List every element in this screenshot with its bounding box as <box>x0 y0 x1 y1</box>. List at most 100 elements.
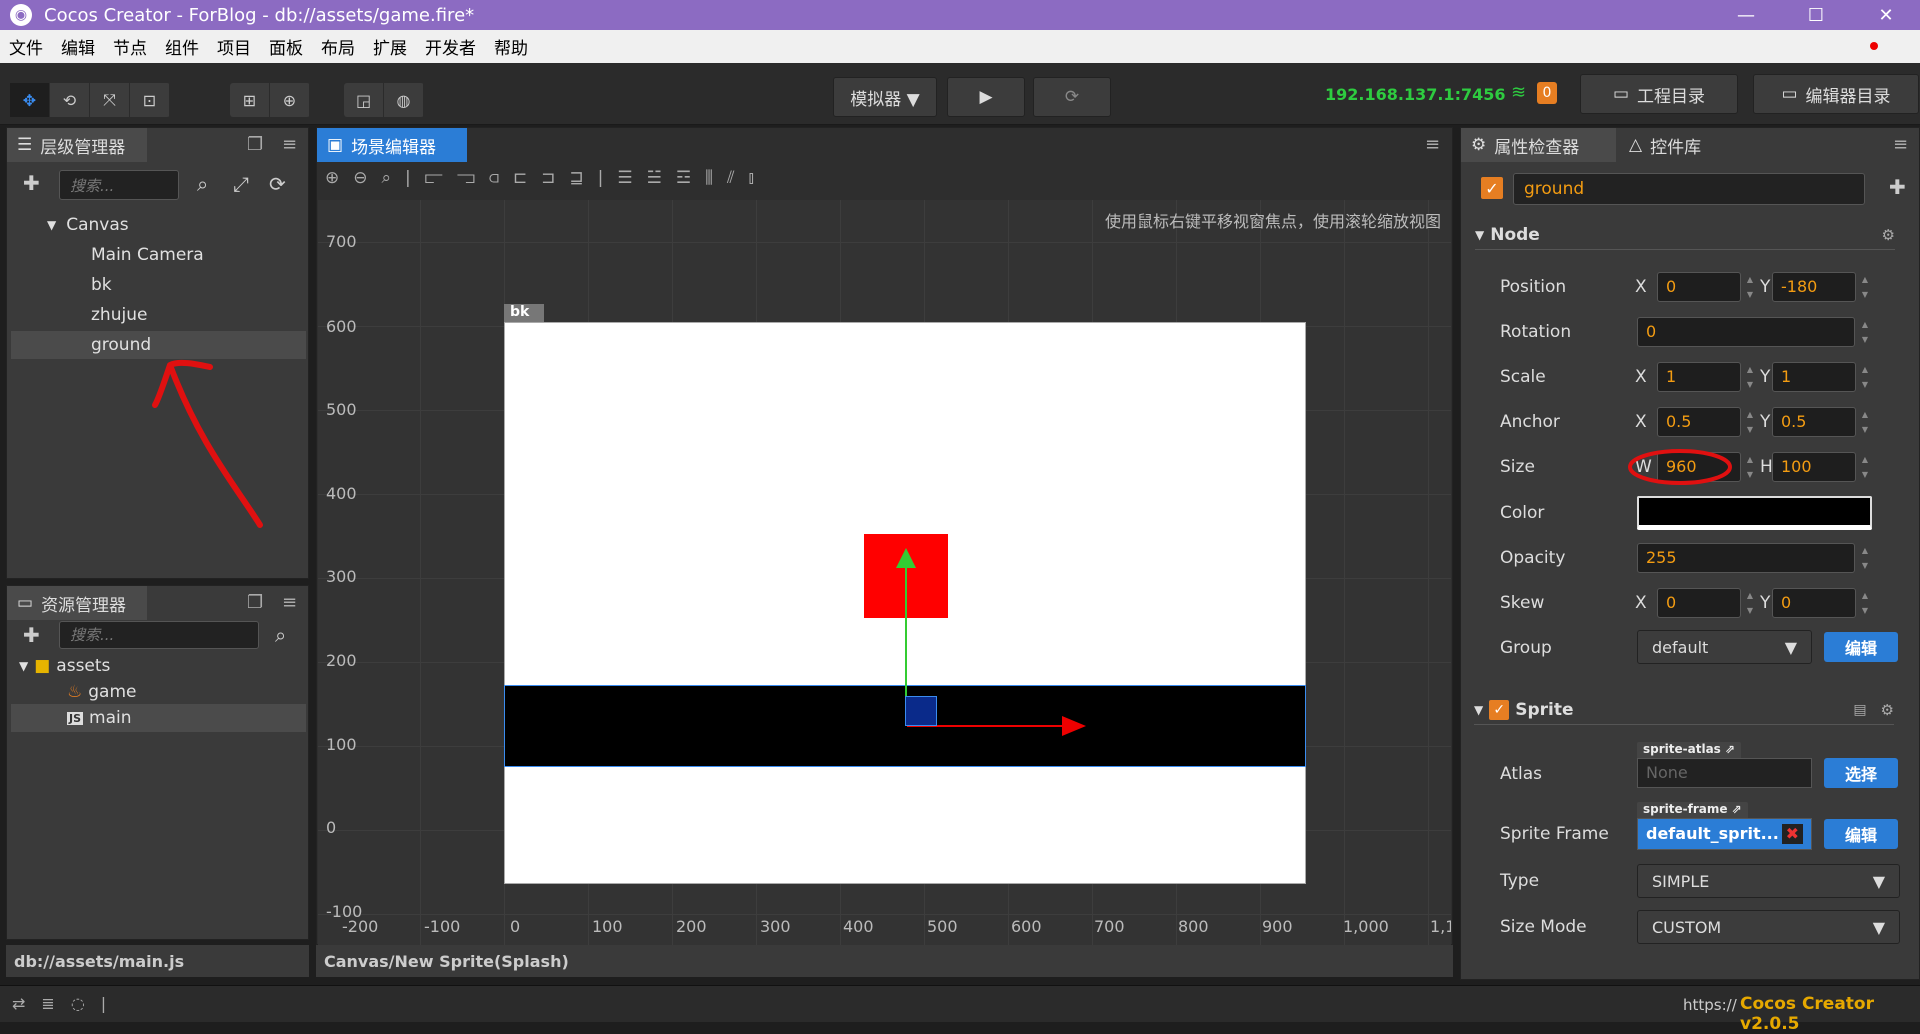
sync-icon[interactable]: ⇄ <box>12 994 25 1013</box>
widget-library-tab[interactable]: △ 控件库 <box>1619 128 1759 162</box>
distribute-vcenter-icon[interactable]: ☱ <box>647 168 662 188</box>
zoom-out-icon[interactable]: ⊖ <box>353 168 367 188</box>
collapse-arrow-icon[interactable]: ▼ <box>1475 228 1484 242</box>
atlas-field[interactable]: None <box>1637 758 1812 788</box>
node-name-input[interactable]: ground <box>1513 173 1865 205</box>
world-icon[interactable]: ◍ <box>384 83 424 117</box>
node-section-header[interactable]: ▼ Node ⚙ <box>1475 220 1895 250</box>
popout-icon[interactable]: ❐ <box>247 592 263 613</box>
expand-arrow-icon[interactable]: ▼ <box>47 218 56 232</box>
refresh-button[interactable]: ⟳ <box>1033 77 1111 117</box>
align-left-icon[interactable]: ⊏ <box>513 168 527 188</box>
move-handle[interactable] <box>905 696 937 726</box>
simulator-dropdown[interactable]: 模拟器 ▼ <box>833 77 937 117</box>
search-icon[interactable]: ⌕ <box>197 172 208 196</box>
pivot-icon[interactable]: ⊞ <box>230 83 270 117</box>
menu-node[interactable]: 节点 <box>104 34 156 59</box>
asset-game[interactable]: ♨ game <box>11 678 306 706</box>
distribute-top-icon[interactable]: ☰ <box>617 168 632 188</box>
anchor-x-input[interactable]: 0.5 <box>1657 407 1741 437</box>
menu-edit[interactable]: 编辑 <box>52 34 104 59</box>
align-vcenter-icon[interactable]: ⫎ <box>457 168 475 188</box>
stepper-icon[interactable]: ▲ ▼ <box>1858 452 1872 482</box>
tree-node-zhujue[interactable]: zhujue <box>11 301 306 329</box>
align-right-icon[interactable]: ⊒ <box>569 168 583 188</box>
search-icon[interactable]: ⌕ <box>275 623 286 647</box>
settings-gear-icon[interactable]: ⚙ <box>1882 226 1895 244</box>
menu-developer[interactable]: 开发者 <box>416 34 485 59</box>
stepper-icon[interactable]: ▲ ▼ <box>1858 272 1872 302</box>
settings-gear-icon[interactable]: ⚙ <box>1881 701 1894 719</box>
sprite-section-header[interactable]: ▼ ✓ Sprite ▤ ⚙ <box>1474 695 1894 725</box>
y-arrow-icon[interactable] <box>896 548 916 568</box>
expand-icon[interactable]: ⤢ <box>233 172 249 196</box>
distribute-hcenter-icon[interactable]: ⫽ <box>727 168 735 188</box>
stepper-icon[interactable]: ▲ ▼ <box>1858 317 1872 347</box>
scale-tool-icon[interactable]: ⤧ <box>90 83 130 117</box>
distribute-left-icon[interactable]: ⫼ <box>705 168 713 188</box>
distribute-bottom-icon[interactable]: ☲ <box>676 168 691 188</box>
rect-tool-icon[interactable]: ⊡ <box>130 83 170 117</box>
center-icon[interactable]: ⊕ <box>270 83 310 117</box>
stepper-icon[interactable]: ▲ ▼ <box>1858 588 1872 618</box>
add-asset-icon[interactable]: ✚ <box>23 623 40 647</box>
assets-tab[interactable]: ▭ 资源管理器 <box>7 586 147 620</box>
popout-icon[interactable]: ❐ <box>247 134 263 155</box>
stepper-icon[interactable]: ▲ ▼ <box>1858 543 1872 573</box>
panel-menu-icon[interactable]: ≡ <box>282 134 297 155</box>
scene-viewport[interactable]: 使用鼠标右键平移视窗焦点，使用滚轮缩放视图 bk 700 600 500 400… <box>318 200 1451 945</box>
move-tool-icon[interactable]: ✥ <box>10 83 50 117</box>
size-h-input[interactable]: 100 <box>1772 452 1856 482</box>
distribute-right-icon[interactable]: ⫾ <box>749 168 754 188</box>
hierarchy-tab[interactable]: ☰ 层级管理器 <box>7 128 147 162</box>
collapse-arrow-icon[interactable]: ▼ <box>1474 703 1483 717</box>
skew-x-input[interactable]: 0 <box>1657 588 1741 618</box>
menu-extension[interactable]: 扩展 <box>364 34 416 59</box>
sprite-frame-edit-button[interactable]: 编辑 <box>1824 819 1898 849</box>
atlas-select-button[interactable]: 选择 <box>1824 758 1898 788</box>
database-icon[interactable]: ≣ <box>41 994 54 1013</box>
tree-node-main-camera[interactable]: Main Camera <box>11 241 306 269</box>
stepper-icon[interactable]: ▲ ▼ <box>1858 407 1872 437</box>
y-axis-gizmo[interactable] <box>905 558 907 708</box>
expand-arrow-icon[interactable]: ▼ <box>19 659 28 673</box>
close-button[interactable]: ✕ <box>1851 0 1920 30</box>
opacity-input[interactable]: 255 <box>1637 543 1855 573</box>
panel-menu-icon[interactable]: ≡ <box>282 592 297 613</box>
zoom-reset-icon[interactable]: ⌕ <box>382 168 392 188</box>
menu-project[interactable]: 项目 <box>208 34 260 59</box>
size-mode-dropdown[interactable]: CUSTOM ▼ <box>1637 910 1900 944</box>
color-swatch[interactable] <box>1637 496 1872 530</box>
position-x-input[interactable]: 0 <box>1657 272 1741 302</box>
align-bottom-icon[interactable]: ⫏ <box>489 168 499 188</box>
anchor-y-input[interactable]: 0.5 <box>1772 407 1856 437</box>
rotate-tool-icon[interactable]: ⟲ <box>50 83 90 117</box>
menu-layout[interactable]: 布局 <box>312 34 364 59</box>
panel-menu-icon[interactable]: ≡ <box>1425 134 1440 155</box>
inspector-tab[interactable]: ⚙ 属性检查器 <box>1461 128 1616 162</box>
hierarchy-search-input[interactable]: 搜索... <box>59 170 179 200</box>
asset-main[interactable]: JS main <box>11 704 306 732</box>
add-node-icon[interactable]: ✚ <box>23 171 40 195</box>
scene-tab[interactable]: ▣ 场景编辑器 <box>317 128 467 162</box>
menu-file[interactable]: 文件 <box>0 34 52 59</box>
tree-node-bk[interactable]: bk <box>11 271 306 299</box>
type-dropdown[interactable]: SIMPLE ▼ <box>1637 864 1900 898</box>
scale-x-input[interactable]: 1 <box>1657 362 1741 392</box>
menu-component[interactable]: 组件 <box>156 34 208 59</box>
minimize-button[interactable]: — <box>1711 0 1781 30</box>
align-top-icon[interactable]: ⫍ <box>425 168 443 188</box>
sprite-enabled-checkbox[interactable]: ✓ <box>1489 699 1510 720</box>
book-icon[interactable]: ▤ <box>1853 702 1866 718</box>
menu-help[interactable]: 帮助 <box>485 34 537 59</box>
group-dropdown[interactable]: default ▼ <box>1637 630 1812 664</box>
asset-folder-assets[interactable]: ▼ ■ assets <box>11 652 306 680</box>
group-edit-button[interactable]: 编辑 <box>1824 632 1898 662</box>
align-hcenter-icon[interactable]: ⊐ <box>541 168 555 188</box>
clear-icon[interactable]: ✖ <box>1781 824 1803 844</box>
assets-search-input[interactable]: 搜索... <box>59 621 259 649</box>
play-button[interactable]: ▶ <box>947 77 1025 117</box>
menu-panel[interactable]: 面板 <box>260 34 312 59</box>
bounds-icon[interactable]: ◲ <box>344 83 384 117</box>
x-arrow-icon[interactable] <box>1062 716 1086 736</box>
